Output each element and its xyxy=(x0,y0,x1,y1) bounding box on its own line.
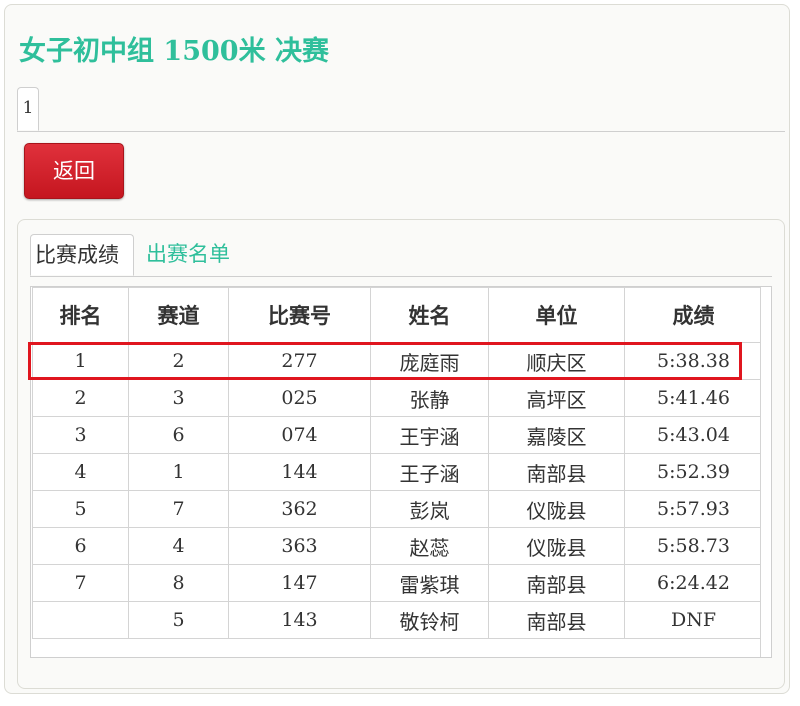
cell-result: 5:43.04 xyxy=(624,416,763,454)
table-body: 1 2 277 庞庭雨 顺庆区 5:38.38 2 3 025 张静 高坪区 5:41.46 3 6 074… xyxy=(32,342,763,639)
cell-bib: 147 xyxy=(228,564,371,602)
cell-lane: 7 xyxy=(128,490,229,528)
cell-name: 彭岚 xyxy=(370,490,489,528)
cell-unit: 南部县 xyxy=(488,564,625,602)
cell-lane: 1 xyxy=(128,453,229,491)
cell-unit: 高坪区 xyxy=(488,379,625,417)
header-result: 成绩 xyxy=(624,287,763,343)
cell-lane: 2 xyxy=(128,342,229,380)
cell-result: DNF xyxy=(624,601,763,639)
cell-bib: 025 xyxy=(228,379,371,417)
tab-entry-list[interactable]: 出赛名单 xyxy=(146,234,230,276)
table-row: 5 143 敬铃柯 南部县 DNF xyxy=(32,601,763,639)
page-tab-1[interactable]: 1 xyxy=(17,87,39,131)
cell-unit: 南部县 xyxy=(488,601,625,639)
cell-name: 敬铃柯 xyxy=(370,601,489,639)
cell-lane: 8 xyxy=(128,564,229,602)
cell-unit: 仪陇县 xyxy=(488,490,625,528)
back-button[interactable]: 返回 xyxy=(24,143,124,199)
cell-result: 6:24.42 xyxy=(624,564,763,602)
header-unit: 单位 xyxy=(488,287,625,343)
cell-lane: 3 xyxy=(128,379,229,417)
cell-unit: 南部县 xyxy=(488,453,625,491)
title-suffix: 米 决赛 xyxy=(238,36,329,67)
table-row: 6 4 363 赵蕊 仪陇县 5:58.73 xyxy=(32,527,763,565)
cell-rank: 5 xyxy=(32,490,129,528)
cell-unit: 嘉陵区 xyxy=(488,416,625,454)
cell-rank: 7 xyxy=(32,564,129,602)
header-name: 姓名 xyxy=(370,287,489,343)
cell-result: 5:58.73 xyxy=(624,527,763,565)
cell-unit: 顺庆区 xyxy=(488,342,625,380)
cell-name: 王宇涵 xyxy=(370,416,489,454)
cell-rank: 1 xyxy=(32,342,129,380)
cell-name: 庞庭雨 xyxy=(370,342,489,380)
cell-name: 张静 xyxy=(370,379,489,417)
table-row: 2 3 025 张静 高坪区 5:41.46 xyxy=(32,379,763,417)
table-row: 7 8 147 雷紫琪 南部县 6:24.42 xyxy=(32,564,763,602)
cell-name: 王子涵 xyxy=(370,453,489,491)
results-table-wrapper: 排名 赛道 比赛号 姓名 单位 成绩 1 2 277 庞庭雨 顺庆区 5:38.38 2 3 0… xyxy=(30,286,772,658)
cell-lane: 6 xyxy=(128,416,229,454)
cell-name: 雷紫琪 xyxy=(370,564,489,602)
cell-result: 5:57.93 xyxy=(624,490,763,528)
cell-unit: 仪陇县 xyxy=(488,527,625,565)
cell-bib: 277 xyxy=(228,342,371,380)
cell-name: 赵蕊 xyxy=(370,527,489,565)
table-row: 5 7 362 彭岚 仪陇县 5:57.93 xyxy=(32,490,763,528)
cell-bib: 363 xyxy=(228,527,371,565)
cell-bib: 143 xyxy=(228,601,371,639)
page-tab-bar: 1 xyxy=(17,87,785,132)
cell-rank: 4 xyxy=(32,453,129,491)
results-table: 排名 赛道 比赛号 姓名 单位 成绩 1 2 277 庞庭雨 顺庆区 5:38.38 2 3 0… xyxy=(32,287,763,639)
title-distance: 1500 xyxy=(163,36,239,67)
cell-lane: 5 xyxy=(128,601,229,639)
page-title: 女子初中组 1500米 决赛 xyxy=(19,29,329,68)
cell-bib: 074 xyxy=(228,416,371,454)
cell-bib: 144 xyxy=(228,453,371,491)
cell-result: 5:41.46 xyxy=(624,379,763,417)
page-container: 女子初中组 1500米 决赛 1 返回 比赛成绩 出赛名单 排名 赛道 比赛号 xyxy=(4,4,790,694)
cell-result: 5:38.38 xyxy=(624,342,763,380)
tab-results[interactable]: 比赛成绩 xyxy=(30,234,134,276)
table-row: 4 1 144 王子涵 南部县 5:52.39 xyxy=(32,453,763,491)
header-rank: 排名 xyxy=(32,287,129,343)
table-header-row: 排名 赛道 比赛号 姓名 单位 成绩 xyxy=(32,287,763,343)
cell-rank: 3 xyxy=(32,416,129,454)
table-row: 3 6 074 王宇涵 嘉陵区 5:43.04 xyxy=(32,416,763,454)
table-scroll-strip xyxy=(760,287,771,657)
cell-rank: 2 xyxy=(32,379,129,417)
cell-bib: 362 xyxy=(228,490,371,528)
title-prefix: 女子初中组 xyxy=(19,36,164,67)
cell-rank xyxy=(32,601,129,639)
cell-lane: 4 xyxy=(128,527,229,565)
table-row: 1 2 277 庞庭雨 顺庆区 5:38.38 xyxy=(32,342,763,380)
results-tab-bar: 比赛成绩 出赛名单 xyxy=(30,234,772,277)
cell-result: 5:52.39 xyxy=(624,453,763,491)
header-bib: 比赛号 xyxy=(228,287,371,343)
header-lane: 赛道 xyxy=(128,287,229,343)
results-panel: 比赛成绩 出赛名单 排名 赛道 比赛号 姓名 单位 成绩 1 2 277 庞庭雨… xyxy=(17,219,785,689)
cell-rank: 6 xyxy=(32,527,129,565)
